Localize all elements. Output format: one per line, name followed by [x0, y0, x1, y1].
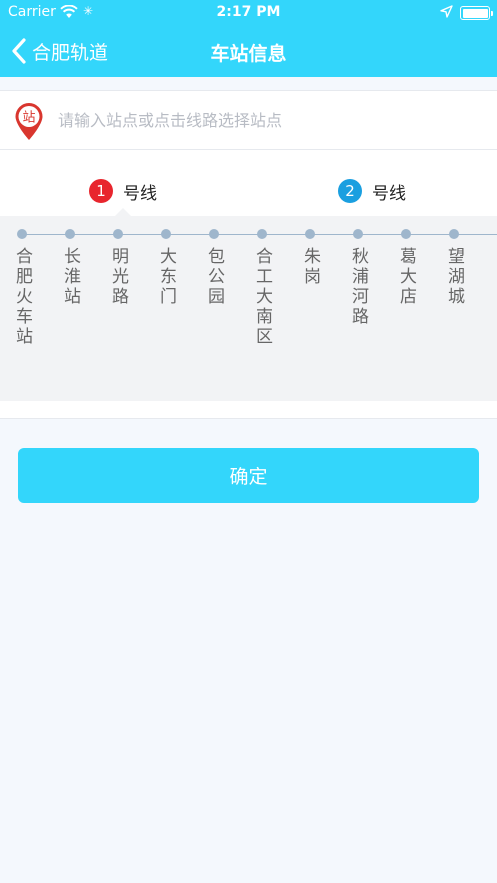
station-dot: [161, 229, 171, 239]
station-pin-icon: 站: [15, 103, 43, 140]
station-name: 包公园: [204, 247, 224, 307]
station-name: 合肥火车站: [12, 247, 32, 347]
station-name: 望湖城: [444, 247, 464, 307]
divider: [0, 401, 497, 419]
station-dot: [257, 229, 267, 239]
station-dot: [113, 229, 123, 239]
station-search-row: 站: [0, 90, 497, 150]
station-dot: [65, 229, 75, 239]
station-item[interactable]: 合工大南区: [250, 229, 274, 347]
line-tab-label: 号线: [372, 183, 406, 204]
confirm-button[interactable]: 确定: [18, 448, 479, 503]
line-tab-label: 号线: [123, 183, 157, 204]
station-item[interactable]: 望湖城: [442, 229, 466, 307]
station-dot: [209, 229, 219, 239]
header: Carrier ✳ 2:17 PM 合肥轨道 车站信息: [0, 0, 497, 77]
tab-line-2[interactable]: 2 号线: [338, 178, 406, 204]
line-number-badge: 1: [89, 179, 113, 203]
nav-bar: 合肥轨道 车站信息: [0, 26, 497, 77]
status-time: 2:17 PM: [216, 4, 281, 20]
line-tabs: 1 号线 2 号线: [0, 150, 497, 216]
station-item[interactable]: 秋浦河路: [346, 229, 370, 327]
station-name: 秋浦河路: [348, 247, 368, 327]
station-item[interactable]: 长淮站: [58, 229, 82, 307]
station-name: 长淮站: [60, 247, 80, 307]
svg-text:站: 站: [22, 111, 35, 126]
station-item[interactable]: 大东门: [154, 229, 178, 307]
status-bar: Carrier ✳ 2:17 PM: [0, 0, 497, 26]
station-item[interactable]: 朱岗: [298, 229, 322, 287]
station-dot: [449, 229, 459, 239]
location-arrow-icon: [440, 5, 453, 18]
station-item[interactable]: 明光路: [106, 229, 130, 307]
station-item[interactable]: 葛大店: [394, 229, 418, 307]
station-name: 葛大店: [396, 247, 416, 307]
search-input[interactable]: [58, 104, 478, 136]
page-title: 车站信息: [210, 43, 287, 65]
station-list: 合肥火车站 长淮站 明光路 大东门 包公园 合工大南区 朱岗 秋浦河路 葛大店 望湖城: [0, 216, 497, 401]
station-dot: [401, 229, 411, 239]
station-dot: [305, 229, 315, 239]
station-name: 大东门: [156, 247, 176, 307]
battery-icon: [460, 6, 493, 20]
line-number-badge: 2: [338, 179, 362, 203]
station-name: 合工大南区: [252, 247, 272, 347]
station-dot: [17, 229, 27, 239]
station-dot: [353, 229, 363, 239]
station-item[interactable]: 包公园: [202, 229, 226, 307]
station-name: 朱岗: [300, 247, 320, 287]
station-name: 明光路: [108, 247, 128, 307]
tab-line-1[interactable]: 1 号线: [89, 178, 157, 204]
station-item[interactable]: 合肥火车站: [10, 229, 34, 347]
